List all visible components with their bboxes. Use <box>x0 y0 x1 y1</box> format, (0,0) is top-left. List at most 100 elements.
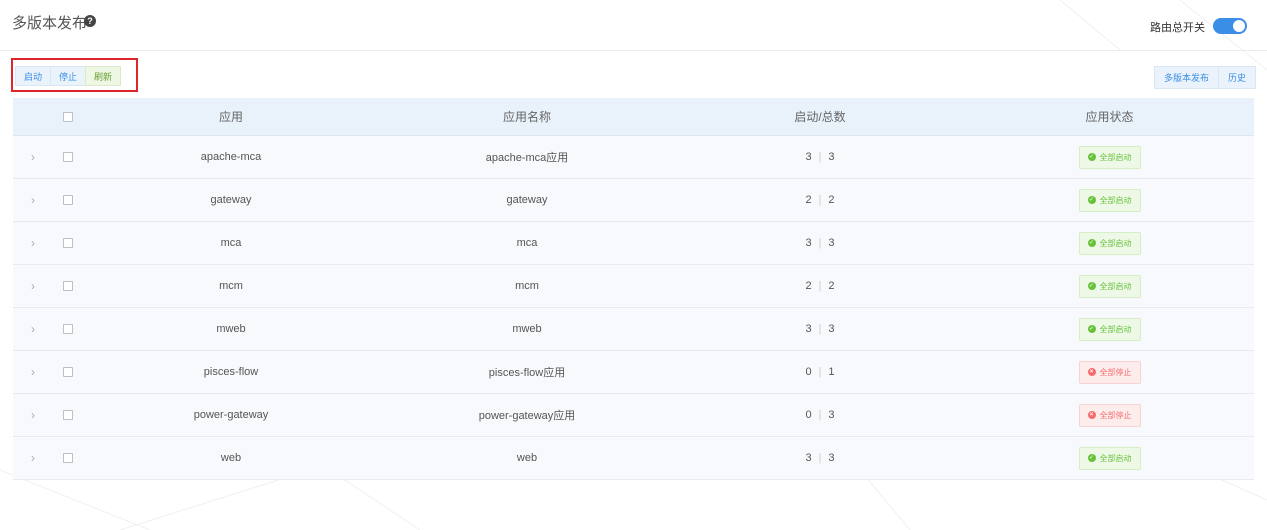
row-checkbox[interactable] <box>63 152 73 162</box>
row-checkbox[interactable] <box>63 324 73 334</box>
count-cell: 0 | 3 <box>675 409 965 421</box>
app-name-cell: mcm <box>515 280 539 292</box>
status-badge: × 全部停止 <box>1078 360 1141 384</box>
refresh-button[interactable]: 刷新 <box>85 66 122 86</box>
right-button-group: 多版本发布 历史 <box>1153 66 1256 89</box>
app-name-cell: mca <box>516 237 538 249</box>
expand-arrow-icon[interactable]: › <box>13 150 53 164</box>
total-count: 2 <box>828 194 835 206</box>
app-cell: gateway <box>210 194 252 206</box>
table-row[interactable]: › mcm mcm 2 | 2 ✓ 全部启动 <box>13 265 1254 308</box>
started-count: 3 <box>805 452 812 464</box>
select-all-checkbox[interactable] <box>63 111 73 122</box>
total-count: 3 <box>828 409 835 421</box>
status-text: 全部启动 <box>1099 324 1132 334</box>
count-cell: 3 | 3 <box>675 323 965 335</box>
app-cell: mcm <box>219 280 243 292</box>
table-row[interactable]: › apache-mca apache-mca应用 3 | 3 ✓ 全部启动 <box>13 136 1254 179</box>
count-separator: | <box>818 452 822 464</box>
total-count: 2 <box>828 280 835 292</box>
row-checkbox[interactable] <box>63 195 73 205</box>
expand-arrow-icon[interactable]: › <box>13 236 53 250</box>
count-cell: 2 | 2 <box>675 194 965 206</box>
app-name-cell: web <box>516 452 538 464</box>
table-row[interactable]: › mweb mweb 3 | 3 ✓ 全部启动 <box>13 308 1254 351</box>
expand-arrow-icon[interactable]: › <box>13 322 53 336</box>
expand-arrow-icon[interactable]: › <box>13 193 53 207</box>
route-switch-toggle[interactable] <box>1213 18 1247 34</box>
check-circle-icon: ✓ <box>1087 196 1096 204</box>
status-badge: ✓ 全部启动 <box>1078 231 1141 255</box>
table-row[interactable]: › pisces-flow pisces-flow应用 0 | 1 × 全部停止 <box>13 351 1254 394</box>
expand-arrow-icon[interactable]: › <box>13 451 53 465</box>
expand-arrow-icon[interactable]: › <box>13 279 53 293</box>
count-separator: | <box>818 323 822 335</box>
status-badge: ✓ 全部启动 <box>1078 145 1141 169</box>
count-separator: | <box>818 366 822 378</box>
history-button[interactable]: 历史 <box>1217 66 1256 89</box>
app-cell: power-gateway <box>193 409 269 421</box>
table-header-row: 应用 应用名称 启动/总数 应用状态 <box>13 98 1254 136</box>
app-cell: apache-mca <box>200 151 262 163</box>
count-separator: | <box>818 280 822 292</box>
app-name-cell: power-gateway应用 <box>478 410 576 422</box>
app-cell: mca <box>220 237 242 249</box>
count-cell: 2 | 2 <box>675 280 965 292</box>
close-circle-icon: × <box>1087 411 1096 419</box>
row-checkbox[interactable] <box>63 410 73 420</box>
app-cell: web <box>220 452 242 464</box>
total-count: 3 <box>828 452 835 464</box>
check-circle-icon: ✓ <box>1087 239 1096 247</box>
status-text: 全部停止 <box>1099 367 1132 377</box>
toolbar: 启动 停止 刷新 多版本发布 历史 <box>0 51 1267 98</box>
started-count: 0 <box>805 409 812 421</box>
table-row[interactable]: › mca mca 3 | 3 ✓ 全部启动 <box>13 222 1254 265</box>
expand-arrow-icon[interactable]: › <box>13 365 53 379</box>
app-name-cell: mweb <box>512 323 542 335</box>
column-header-app: 应用 <box>218 110 243 124</box>
stop-button[interactable]: 停止 <box>50 66 87 86</box>
page-header: 多版本发布 ? 路由总开关 <box>0 0 1267 51</box>
started-count: 3 <box>805 323 812 335</box>
table-body: › apache-mca apache-mca应用 3 | 3 ✓ 全部启动 › gateway g… <box>13 136 1254 480</box>
table-row[interactable]: › gateway gateway 2 | 2 ✓ 全部启动 <box>13 179 1254 222</box>
status-text: 全部启动 <box>1099 152 1132 162</box>
check-circle-icon: ✓ <box>1087 325 1096 333</box>
column-header-name: 应用名称 <box>502 110 551 124</box>
status-badge: ✓ 全部启动 <box>1078 317 1141 341</box>
app-cell: pisces-flow <box>203 366 259 378</box>
count-separator: | <box>818 409 822 421</box>
table-row[interactable]: › power-gateway power-gateway应用 0 | 3 × 全部停止 <box>13 394 1254 437</box>
row-checkbox[interactable] <box>63 281 73 291</box>
status-text: 全部启动 <box>1099 453 1132 463</box>
check-circle-icon: ✓ <box>1087 282 1096 290</box>
count-cell: 3 | 3 <box>675 452 965 464</box>
column-header-count: 启动/总数 <box>794 110 846 124</box>
table-row[interactable]: › web web 3 | 3 ✓ 全部启动 <box>13 437 1254 480</box>
start-button[interactable]: 启动 <box>15 66 52 86</box>
status-badge: ✓ 全部启动 <box>1078 274 1141 298</box>
check-circle-icon: ✓ <box>1087 454 1096 462</box>
row-checkbox[interactable] <box>63 238 73 248</box>
status-text: 全部停止 <box>1099 410 1132 420</box>
count-separator: | <box>818 194 822 206</box>
count-separator: | <box>818 151 822 163</box>
expand-arrow-icon[interactable]: › <box>13 408 53 422</box>
status-badge: ✓ 全部启动 <box>1078 188 1141 212</box>
started-count: 3 <box>805 237 812 249</box>
multi-release-button[interactable]: 多版本发布 <box>1153 66 1219 89</box>
started-count: 3 <box>805 151 812 163</box>
row-checkbox[interactable] <box>63 453 73 463</box>
app-name-cell: apache-mca应用 <box>485 152 569 164</box>
status-badge: × 全部停止 <box>1078 403 1141 427</box>
status-text: 全部启动 <box>1099 238 1132 248</box>
toggle-knob <box>1233 20 1245 32</box>
started-count: 0 <box>805 366 812 378</box>
app-cell: mweb <box>216 323 246 335</box>
total-count: 3 <box>828 151 835 163</box>
question-circle-icon[interactable]: ? <box>84 15 96 27</box>
status-text: 全部启动 <box>1099 281 1132 291</box>
row-checkbox[interactable] <box>63 367 73 377</box>
page-title: 多版本发布 <box>12 15 88 32</box>
close-circle-icon: × <box>1087 368 1096 376</box>
